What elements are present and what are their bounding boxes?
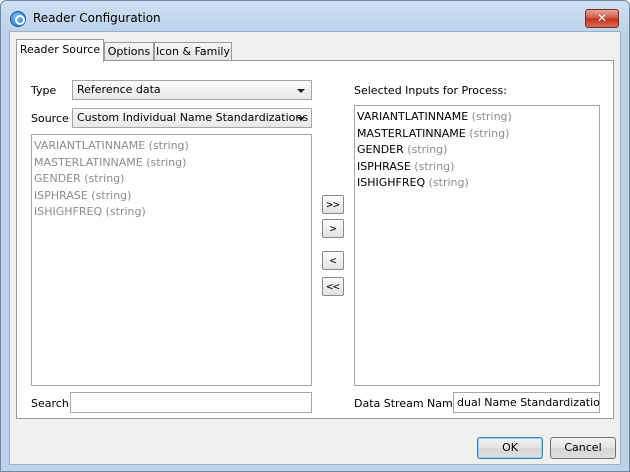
tab-options[interactable]: Options (104, 42, 154, 61)
available-inputs-list[interactable]: VARIANTLATINNAME (string) MASTERLATINNAM… (31, 134, 312, 386)
window-title: Reader Configuration (33, 11, 161, 25)
app-icon (10, 11, 26, 27)
reader-source-panel: Type Reference data Source Custom Indivi… (16, 60, 614, 419)
close-button[interactable]: ✕ (585, 9, 619, 28)
data-stream-name-input[interactable]: dual Name Standardizations (453, 392, 600, 413)
selected-inputs-list[interactable]: VARIANTLATINNAME (string) MASTERLATINNAM… (354, 105, 600, 386)
list-item[interactable]: VARIANTLATINNAME (string) (357, 109, 597, 126)
chevron-down-icon (297, 89, 305, 93)
list-item[interactable]: ISPHRASE (string) (34, 188, 309, 205)
type-select[interactable]: Reference data (72, 80, 312, 100)
tab-reader-source[interactable]: Reader Source (16, 39, 104, 62)
ok-button[interactable]: OK (477, 437, 543, 459)
list-item[interactable]: VARIANTLATINNAME (string) (34, 138, 309, 155)
search-label: Search (31, 397, 69, 410)
cancel-button[interactable]: Cancel (550, 437, 616, 459)
remove-button[interactable]: < (322, 251, 344, 270)
reader-configuration-window: Reader Configuration ✕ Reader Source Opt… (0, 0, 630, 472)
source-label: Source (31, 112, 69, 125)
add-button[interactable]: > (322, 219, 344, 238)
list-item[interactable]: ISHIGHFREQ (string) (357, 175, 597, 192)
search-input[interactable] (70, 392, 312, 413)
dialog-body: Reader Source Options Icon & Family Type… (9, 31, 621, 465)
add-all-button[interactable]: >> (322, 195, 344, 214)
list-item[interactable]: ISPHRASE (string) (357, 159, 597, 176)
list-item[interactable]: GENDER (string) (34, 171, 309, 188)
list-item[interactable]: ISHIGHFREQ (string) (34, 204, 309, 221)
list-item[interactable]: MASTERLATINNAME (string) (357, 126, 597, 143)
chevron-down-icon (297, 117, 305, 121)
type-label: Type (31, 84, 57, 97)
tab-icon-family[interactable]: Icon & Family (154, 42, 232, 61)
source-select[interactable]: Custom Individual Name Standardizations (72, 108, 312, 128)
data-stream-name-label: Data Stream Name (354, 397, 460, 410)
remove-all-button[interactable]: << (322, 277, 344, 296)
list-item[interactable]: GENDER (string) (357, 142, 597, 159)
selected-inputs-label: Selected Inputs for Process: (354, 84, 507, 97)
type-select-value: Reference data (77, 83, 161, 96)
source-select-value: Custom Individual Name Standardizations (77, 111, 309, 124)
list-item[interactable]: MASTERLATINNAME (string) (34, 155, 309, 172)
